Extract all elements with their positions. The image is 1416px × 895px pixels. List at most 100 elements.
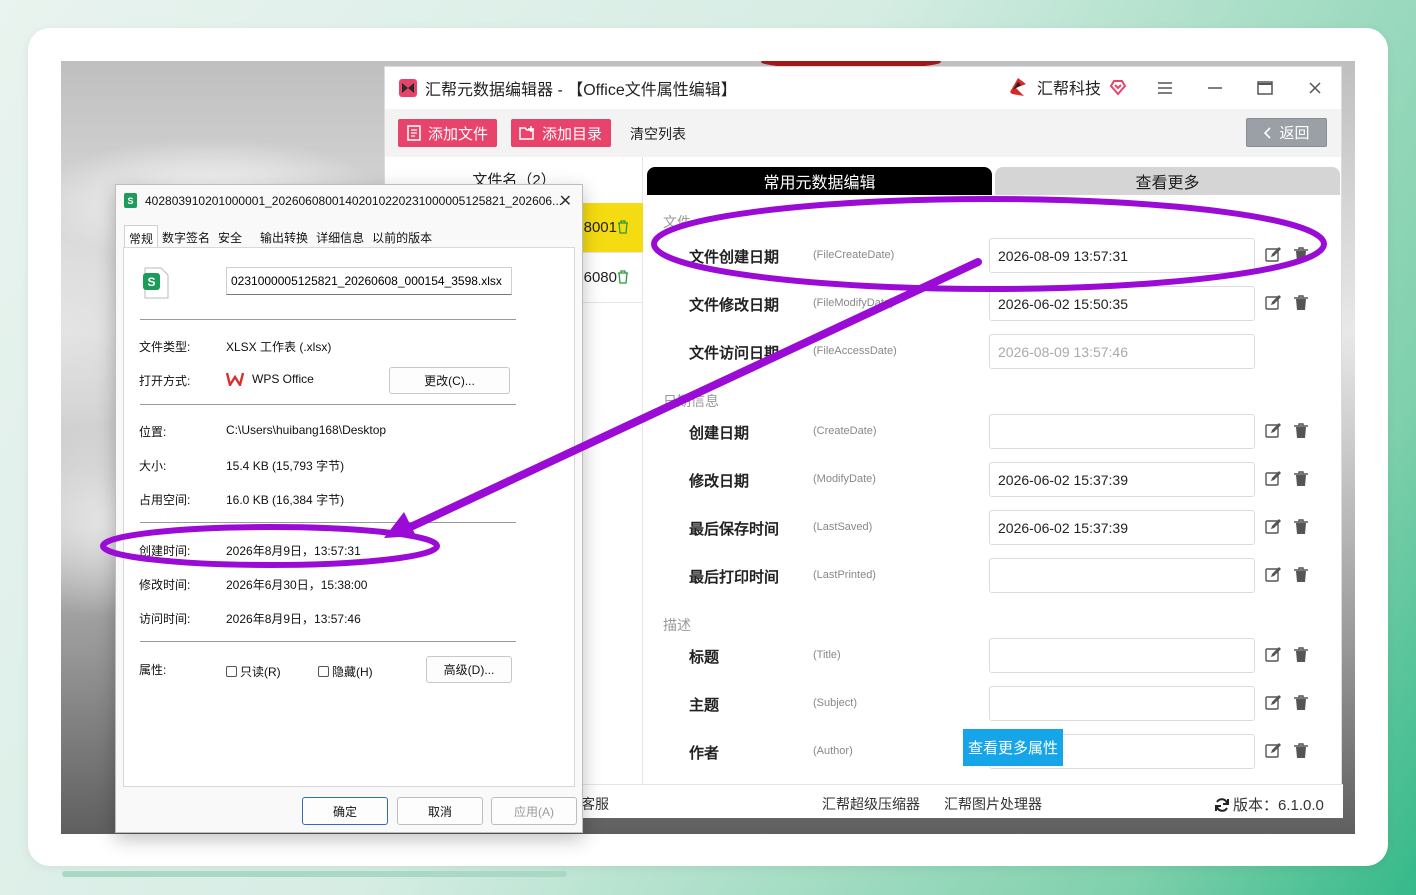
wps-icon: [226, 372, 244, 386]
edit-icon[interactable]: [1265, 295, 1281, 311]
refresh-icon[interactable]: [1214, 797, 1230, 813]
heart-diamond-icon[interactable]: [1109, 78, 1127, 96]
location-label: 位置:: [139, 425, 167, 439]
close-icon[interactable]: [1303, 77, 1327, 99]
trash-icon[interactable]: [1294, 743, 1308, 759]
advanced-button[interactable]: 高级(D)...: [426, 656, 512, 683]
field-file-access-date: 文件访问日期 (FileAccessDate): [643, 334, 1343, 370]
field-key: (FileAccessDate): [813, 345, 897, 357]
xlsx-file-icon: S: [143, 267, 169, 299]
back-label: 返回: [1279, 125, 1310, 142]
edit-icon[interactable]: [1265, 647, 1281, 663]
tab-view-more[interactable]: 查看更多: [995, 167, 1340, 195]
size-label: 大小:: [139, 459, 167, 473]
modified-value: 2026年6月30日，15:38:00: [226, 578, 368, 592]
spreadsheet-icon: S: [124, 193, 137, 208]
trash-icon[interactable]: [1294, 567, 1308, 583]
field-key: (ModifyDate): [813, 473, 876, 485]
compressor-link[interactable]: 汇帮超级压缩器: [822, 794, 920, 814]
modified-label: 修改时间:: [139, 578, 191, 592]
field-key: (Author): [813, 745, 853, 757]
tab-details[interactable]: 详细信息: [312, 225, 368, 247]
clear-list-button[interactable]: 清空列表: [630, 124, 686, 144]
create-date-input[interactable]: [989, 414, 1255, 449]
cancel-button[interactable]: 取消: [397, 797, 483, 825]
maximize-icon[interactable]: [1253, 77, 1277, 99]
field-label: 创建日期: [689, 425, 750, 442]
hidden-label: 隐藏(H): [332, 665, 373, 679]
edit-icon[interactable]: [1265, 743, 1281, 759]
field-modify-date: 修改日期 (ModifyDate): [643, 462, 1343, 498]
subject-input[interactable]: [989, 686, 1255, 721]
accessed-label: 访问时间:: [139, 612, 191, 626]
disk-size-label: 占用空间:: [139, 493, 191, 507]
edit-icon[interactable]: [1265, 471, 1281, 487]
trash-icon[interactable]: [1294, 247, 1308, 263]
trash-icon[interactable]: [617, 270, 629, 284]
checkbox-box: [226, 666, 237, 677]
svg-text:S: S: [127, 196, 133, 206]
tab-digital-signature[interactable]: 数字签名: [158, 225, 214, 247]
decorative-bar: [62, 871, 567, 877]
menu-icon[interactable]: [1153, 77, 1177, 99]
image-tool-link[interactable]: 汇帮图片处理器: [944, 794, 1042, 814]
tab-output-conversion[interactable]: 输出转换: [256, 225, 312, 247]
minimize-icon[interactable]: [1203, 77, 1227, 99]
app-logo-icon: [399, 79, 417, 97]
attributes-label: 属性:: [139, 663, 167, 677]
last-saved-input[interactable]: [989, 510, 1255, 545]
tab-common-metadata[interactable]: 常用元数据编辑: [647, 167, 992, 195]
file-name: 6080: [583, 269, 617, 286]
edit-icon[interactable]: [1265, 247, 1281, 263]
add-file-button[interactable]: 添加文件: [398, 119, 498, 147]
trash-icon[interactable]: [617, 220, 629, 234]
brand-logo-icon: [1010, 78, 1026, 96]
change-button[interactable]: 更改(C)...: [389, 367, 510, 394]
tab-previous-versions[interactable]: 以前的版本: [368, 225, 436, 247]
readonly-checkbox[interactable]: 只读(R): [226, 663, 281, 680]
file-create-date-input[interactable]: [989, 238, 1255, 273]
trash-icon[interactable]: [1294, 295, 1308, 311]
field-file-modify-date: 文件修改日期 (FileModifyDate): [643, 286, 1343, 322]
edit-icon[interactable]: [1265, 423, 1281, 439]
dialog-title-bar: S 402803910201000001_2026060800140201022…: [124, 193, 562, 208]
section-file: 文件: [663, 214, 691, 230]
size-value: 15.4 KB (15,793 字节): [226, 459, 345, 473]
edit-icon[interactable]: [1265, 695, 1281, 711]
field-label: 文件创建日期: [689, 249, 780, 266]
field-label: 文件访问日期: [689, 345, 780, 362]
file-modify-date-input[interactable]: [989, 286, 1255, 321]
back-button[interactable]: 返回: [1246, 118, 1327, 147]
file-name-input[interactable]: [226, 267, 512, 295]
modify-date-input[interactable]: [989, 462, 1255, 497]
created-label: 创建时间:: [139, 544, 191, 558]
last-printed-input[interactable]: [989, 558, 1255, 593]
app-title: 汇帮元数据编辑器 - 【Office文件属性编辑】: [425, 82, 737, 99]
tab-general[interactable]: 常规: [124, 225, 159, 247]
dialog-tabs: 常规 数字签名 安全 输出转换 详细信息 以前的版本: [124, 225, 436, 247]
trash-icon[interactable]: [1294, 471, 1308, 487]
dialog-close-icon[interactable]: ✕: [559, 191, 572, 211]
apply-button: 应用(A): [491, 797, 577, 825]
customer-service-link[interactable]: 客服: [581, 794, 609, 814]
ok-button[interactable]: 确定: [302, 797, 388, 825]
field-subject: 主题 (Subject): [643, 686, 1343, 722]
open-with-value: WPS Office: [252, 372, 314, 386]
view-more-attributes-button[interactable]: 查看更多属性: [963, 729, 1063, 766]
trash-icon[interactable]: [1294, 519, 1308, 535]
file-type-value: XLSX 工作表 (.xlsx): [226, 340, 332, 354]
field-key: (FileCreateDate): [813, 249, 895, 261]
tab-security[interactable]: 安全: [214, 225, 246, 247]
field-key: (LastSaved): [813, 521, 873, 533]
trash-icon[interactable]: [1294, 647, 1308, 663]
file-access-date-input: [989, 334, 1255, 369]
trash-icon[interactable]: [1294, 423, 1308, 439]
title-input[interactable]: [989, 638, 1255, 673]
open-with-label: 打开方式:: [139, 374, 191, 388]
edit-icon[interactable]: [1265, 567, 1281, 583]
trash-icon[interactable]: [1294, 695, 1308, 711]
edit-icon[interactable]: [1265, 519, 1281, 535]
metadata-panel: 常用元数据编辑 查看更多 文件 文件创建日期 (FileCreateDate) …: [643, 157, 1343, 784]
add-directory-button[interactable]: 添加目录: [511, 119, 612, 147]
hidden-checkbox[interactable]: 隐藏(H): [318, 663, 373, 680]
